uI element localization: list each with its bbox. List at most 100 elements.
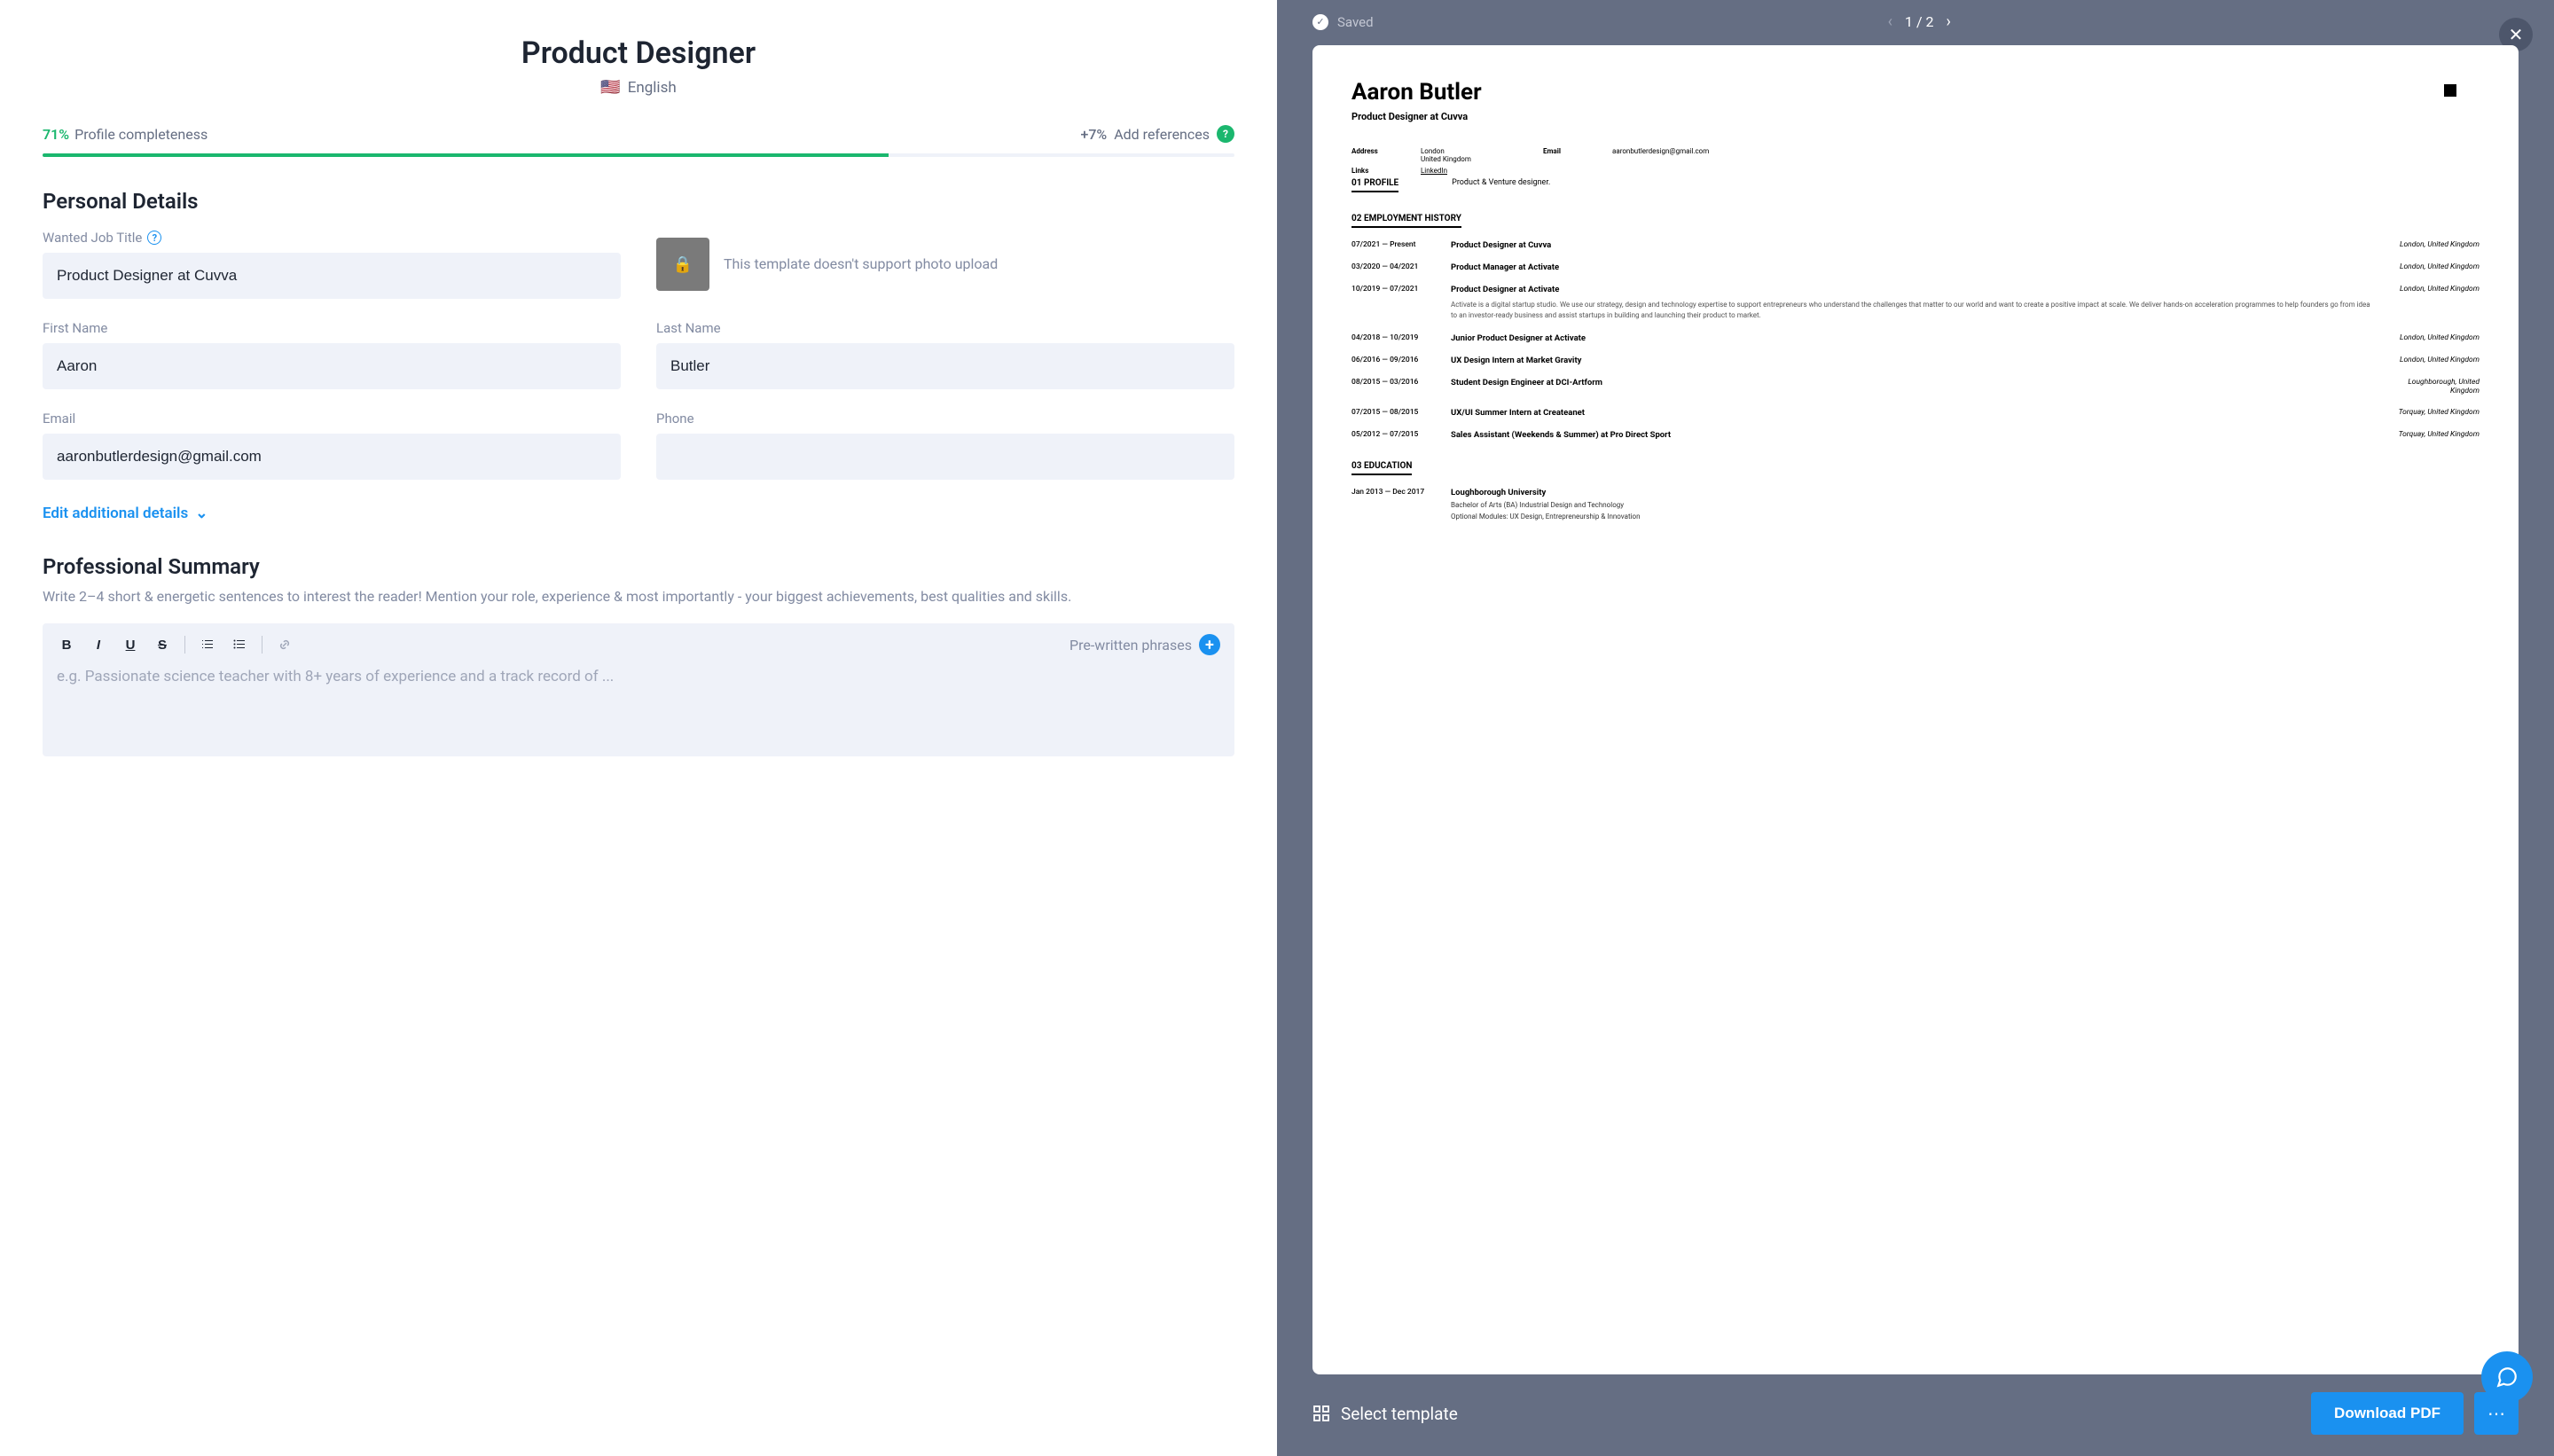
check-icon: ✓ <box>1312 14 1328 30</box>
edu-sub1: Bachelor of Arts (BA) Industrial Design … <box>1451 501 2371 509</box>
job-date: 08/2015 — 03/2016 <box>1351 378 1440 395</box>
job-date: 06/2016 — 09/2016 <box>1351 356 1440 365</box>
progress-percent: 71% <box>43 126 69 143</box>
job-location: Loughborough, United Kingdom <box>2382 378 2480 395</box>
prev-page-button[interactable]: ‹ <box>1888 12 1892 31</box>
job-date: 07/2015 — 08/2015 <box>1351 408 1440 418</box>
help-job-title-icon[interactable]: ? <box>147 231 161 245</box>
job-row: 08/2015 — 03/2016 Student Design Engineer… <box>1351 378 2480 395</box>
job-location: Torquay, United Kingdom <box>2382 430 2480 440</box>
page-title: Product Designer <box>43 35 1234 71</box>
saved-label: Saved <box>1337 14 1374 30</box>
doc-section-employment: 02 EMPLOYMENT HISTORY <box>1351 214 1461 228</box>
doc-links: LinkedIn <box>1421 167 1527 175</box>
phone-input[interactable] <box>656 434 1234 480</box>
chat-icon <box>2495 1366 2519 1389</box>
flag-icon: 🇺🇸 <box>600 78 620 97</box>
summary-subtext: Write 2–4 short & energetic sentences to… <box>43 586 1234 607</box>
first-name-input[interactable] <box>43 343 621 389</box>
doc-section-profile: 01 PROFILE <box>1351 178 1398 192</box>
job-date: 10/2019 — 07/2021 <box>1351 285 1440 294</box>
grid-icon <box>1312 1405 1330 1422</box>
job-title: Product Designer at Cuvva <box>1451 240 2371 250</box>
job-location: London, United Kingdom <box>2382 240 2480 250</box>
email-label: Email <box>43 411 621 427</box>
select-template-button[interactable]: Select template <box>1312 1404 1458 1424</box>
job-title: Sales Assistant (Weekends & Summer) at P… <box>1451 430 2371 440</box>
link-button[interactable] <box>275 635 294 654</box>
edu-sub2: Optional Modules: UX Design, Entrepreneu… <box>1451 513 2371 521</box>
job-title: UX/UI Summer Intern at Createanet <box>1451 408 2371 418</box>
job-date: 05/2012 — 07/2015 <box>1351 430 1440 440</box>
job-date: 07/2021 — Present <box>1351 240 1440 250</box>
progress-bar <box>43 153 1234 157</box>
job-row: 07/2015 — 08/2015 UX/UI Summer Intern at … <box>1351 408 2480 418</box>
progress-bonus-label: Add references <box>1114 126 1210 143</box>
job-title-input[interactable] <box>43 253 621 299</box>
doc-links-label: Links <box>1351 167 1405 175</box>
doc-address-label: Address <box>1351 147 1405 163</box>
toolbar-separator <box>184 636 185 654</box>
edu-date: Jan 2013 — Dec 2017 <box>1351 488 1440 497</box>
summary-editor: B I U S Pre-written phrases + <box>43 623 1234 756</box>
underline-button[interactable]: U <box>121 635 140 654</box>
job-row: 07/2021 — Present Product Designer at Cuv… <box>1351 240 2480 250</box>
help-icon[interactable]: ? <box>1217 125 1234 143</box>
plus-icon: + <box>1199 634 1220 655</box>
phone-label: Phone <box>656 411 1234 427</box>
progress-label: Profile completeness <box>74 126 208 143</box>
job-location: London, United Kingdom <box>2382 356 2480 365</box>
doc-name: Aaron Butler <box>1351 79 2480 106</box>
section-summary-title: Professional Summary <box>43 554 1234 579</box>
doc-address-1: London <box>1421 147 1445 155</box>
edit-additional-link[interactable]: Edit additional details ⌄ <box>43 505 208 522</box>
job-row: 04/2018 — 10/2019 Junior Product Designer… <box>1351 333 2480 343</box>
progress-fill <box>43 153 889 157</box>
doc-accent-square <box>2444 84 2456 97</box>
doc-email-label: Email <box>1543 147 1596 163</box>
photo-upload[interactable]: 🔒 <box>656 238 709 291</box>
last-name-label: Last Name <box>656 320 1234 336</box>
email-input[interactable] <box>43 434 621 480</box>
doc-section-education: 03 EDUCATION <box>1351 461 1412 475</box>
chat-fab[interactable] <box>2481 1351 2533 1403</box>
job-title: Student Design Engineer at DCI-Artform <box>1451 378 2371 395</box>
job-title: UX Design Intern at Market Gravity <box>1451 356 2371 365</box>
job-row: 05/2012 — 07/2015 Sales Assistant (Weeken… <box>1351 430 2480 440</box>
doc-role: Product Designer at Cuvva <box>1351 111 2480 122</box>
download-pdf-button[interactable]: Download PDF <box>2311 1392 2464 1435</box>
language-row: 🇺🇸 English <box>43 78 1234 97</box>
bold-button[interactable]: B <box>57 635 76 654</box>
unordered-list-button[interactable] <box>230 635 249 654</box>
language-label: English <box>628 79 677 97</box>
edu-title: Loughborough University <box>1451 488 2371 497</box>
job-title-label: Wanted Job Title <box>43 230 142 246</box>
job-location: London, United Kingdom <box>2382 333 2480 343</box>
job-row: 10/2019 — 07/2021 Product Designer at Act… <box>1351 285 2480 321</box>
page-navigator: ‹ 1 / 2 › <box>1888 12 1951 31</box>
last-name-input[interactable] <box>656 343 1234 389</box>
job-title: Product Designer at Activate <box>1451 285 2371 294</box>
job-title: Junior Product Designer at Activate <box>1451 333 2371 343</box>
photo-note: This template doesn't support photo uplo… <box>724 254 998 274</box>
ordered-list-button[interactable] <box>198 635 217 654</box>
doc-address-2: United Kingdom <box>1421 155 1471 163</box>
italic-button[interactable]: I <box>89 635 108 654</box>
job-location: London, United Kingdom <box>2382 262 2480 272</box>
job-location: Torquay, United Kingdom <box>2382 408 2480 418</box>
job-desc: Activate is a digital startup studio. We… <box>1451 300 2371 321</box>
next-page-button[interactable]: › <box>1947 12 1951 31</box>
first-name-label: First Name <box>43 320 621 336</box>
job-date: 04/2018 — 10/2019 <box>1351 333 1440 343</box>
job-location: London, United Kingdom <box>2382 285 2480 294</box>
prewritten-phrases[interactable]: Pre-written phrases + <box>1069 634 1220 655</box>
summary-textarea[interactable]: e.g. Passionate science teacher with 8+ … <box>43 666 1234 703</box>
doc-email: aaronbutlerdesign@gmail.com <box>1612 147 2480 163</box>
lock-icon: 🔒 <box>673 255 693 274</box>
section-personal-title: Personal Details <box>43 189 1234 214</box>
job-row: 06/2016 — 09/2016 UX Design Intern at Mar… <box>1351 356 2480 365</box>
job-row: 03/2020 — 04/2021Product Manager at Acti… <box>1351 262 2480 272</box>
job-date: 03/2020 — 04/2021 <box>1351 262 1440 272</box>
strike-button[interactable]: S <box>153 635 172 654</box>
chevron-down-icon: ⌄ <box>195 505 208 522</box>
